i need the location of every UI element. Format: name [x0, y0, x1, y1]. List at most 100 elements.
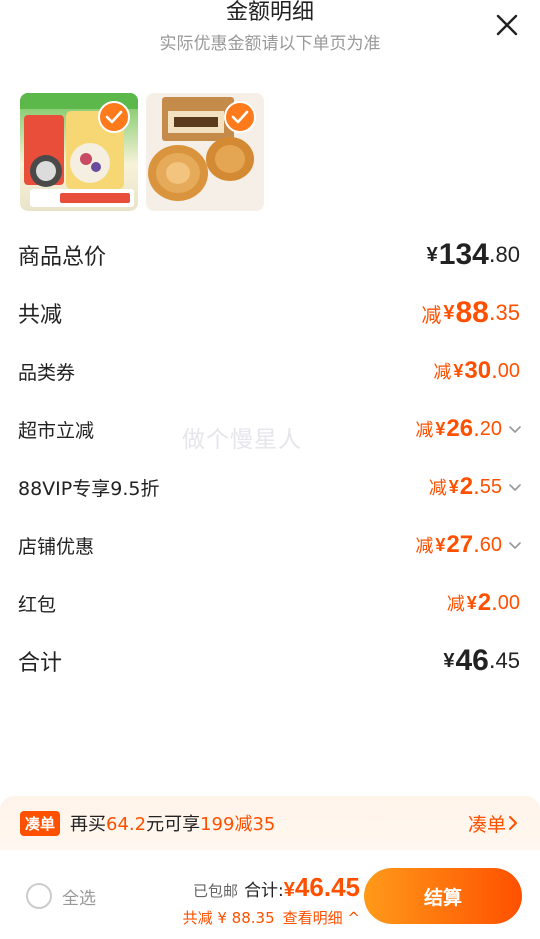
chevron-right-icon — [509, 816, 517, 830]
bread-product[interactable] — [146, 93, 264, 211]
row-sum: 合计 ¥ 46 . 45 — [0, 632, 540, 690]
row-shop-discount[interactable]: 店铺优惠 减 ¥ 27 . 60 — [0, 516, 540, 574]
amount-integer: 88 — [455, 296, 489, 329]
reduce-prefix: 减 — [415, 420, 434, 440]
amount-dot: . — [473, 473, 480, 500]
select-all-toggle[interactable]: 全选 — [26, 883, 96, 909]
amount-decimal: 20 — [479, 417, 502, 440]
amount-decimal: 35 — [495, 300, 520, 325]
reduce-prefix: 减 — [433, 362, 452, 382]
view-details-link[interactable]: 查看明细 ^ — [283, 907, 360, 928]
total-label: 合计: — [244, 881, 284, 901]
total-summary: 已包邮 合计: ¥46.45 共减 ¥ 88.35 查看明细 ^ — [150, 872, 360, 928]
amount-decimal: 00 — [497, 591, 520, 614]
row-label: 超市立减 — [18, 419, 95, 442]
amount-dot: . — [488, 647, 496, 674]
row-total-price: 商品总价 ¥ 134 . 80 — [0, 226, 540, 284]
row-label: 店铺优惠 — [18, 535, 95, 558]
row-vip-discount[interactable]: 88VIP专享9.5折 减 ¥ 2 . 55 — [0, 458, 540, 516]
chevron-down-icon[interactable] — [508, 538, 522, 552]
chevron-down-icon[interactable] — [508, 480, 522, 494]
selected-check[interactable] — [224, 101, 256, 133]
amount-decimal: 45 — [495, 648, 520, 673]
promo-bar[interactable]: 凑单 再买64.2元可享199减35 凑单 — [0, 796, 540, 850]
promo-deal: 199减35 — [200, 814, 276, 835]
amount-dot: . — [488, 299, 496, 326]
row-amount: 减 ¥ 2 . 00 — [447, 574, 520, 632]
page-title: 金额明细 — [225, 0, 314, 25]
promo-tag: 凑单 — [20, 810, 61, 836]
amount-decimal: 00 — [497, 359, 520, 382]
close-button[interactable] — [494, 12, 520, 38]
currency-symbol: ¥ — [283, 879, 295, 901]
currency-symbol: ¥ — [448, 476, 459, 497]
promo-text-a: 再买 — [70, 814, 107, 835]
row-amount: 减 ¥ 2 . 55 — [429, 458, 522, 516]
close-icon — [496, 14, 518, 36]
promo-action-link[interactable]: 凑单 — [468, 810, 520, 837]
currency-symbol: ¥ — [466, 592, 477, 613]
product-list — [20, 93, 264, 211]
total-reduced: 共减 ¥ 88.35 — [182, 909, 275, 927]
total-amount: ¥46.45 — [284, 872, 360, 903]
row-amount: 减 ¥ 88 . 35 — [421, 284, 520, 342]
amount-decimal: 80 — [495, 242, 520, 267]
currency-symbol: ¥ — [443, 649, 455, 672]
amount-decimal: 60 — [479, 533, 502, 556]
reduce-prefix: 减 — [446, 594, 465, 614]
amount-integer: 134 — [438, 238, 489, 271]
checkmark-icon — [105, 110, 123, 124]
row-label: 商品总价 — [18, 245, 107, 270]
checkout-button[interactable]: 结算 — [364, 868, 522, 924]
watermark: 做个慢星人 — [182, 427, 302, 453]
amount-integer: 2 — [477, 589, 492, 616]
row-red-packet: 红包 减 ¥ 2 . 00 — [0, 574, 540, 632]
row-total-reduced: 共减 减 ¥ 88 . 35 — [0, 284, 540, 342]
currency-symbol: ¥ — [435, 418, 446, 439]
view-details-label: 查看明细 — [282, 909, 343, 927]
amount-integer: 30 — [464, 357, 492, 384]
amount-integer: 26 — [446, 415, 474, 442]
header: 金额明细 实际优惠金额请以下单页为准 — [0, 0, 540, 80]
chevron-down-icon[interactable] — [508, 422, 522, 436]
promo-amount: 64.2 — [106, 814, 147, 835]
row-amount: ¥ 134 . 80 — [427, 226, 520, 284]
row-amount: ¥ 46 . 45 — [443, 632, 520, 690]
amount-dot: . — [473, 531, 480, 558]
row-amount: 减 ¥ 27 . 60 — [415, 516, 522, 574]
row-label: 红包 — [18, 593, 57, 616]
select-all-label: 全选 — [62, 888, 96, 909]
selected-check[interactable] — [98, 101, 130, 133]
amount-integer: 2 — [459, 473, 474, 500]
row-label: 合计 — [18, 651, 63, 676]
currency-symbol: ¥ — [426, 243, 438, 266]
currency-symbol: ¥ — [453, 360, 464, 381]
reduce-prefix: 减 — [428, 478, 447, 498]
amount-integer: 27 — [446, 531, 474, 558]
row-label: 共减 — [18, 303, 63, 328]
total-value: 46.45 — [294, 872, 360, 902]
amount-dot: . — [491, 357, 498, 384]
promo-text: 再买64.2元可享199减35 — [70, 810, 275, 836]
radio-icon[interactable] — [26, 883, 52, 909]
row-amount: 减 ¥ 26 . 20 — [415, 400, 522, 458]
amount-dot: . — [491, 589, 498, 616]
currency-symbol: ¥ — [435, 534, 446, 555]
amount-decimal: 55 — [479, 475, 502, 498]
reduce-prefix: 减 — [421, 304, 442, 327]
row-category-coupon: 品类券 减 ¥ 30 . 00 — [0, 342, 540, 400]
page-subtitle: 实际优惠金额请以下单页为准 — [159, 34, 381, 54]
amount-dot: . — [488, 241, 496, 268]
promo-text-b: 元可享 — [146, 814, 201, 835]
promo-action-label: 凑单 — [467, 813, 506, 836]
price-breakdown: 商品总价 ¥ 134 . 80 共减 减 ¥ 88 . 35 品类券 减 ¥ 3… — [0, 226, 540, 690]
checkmark-icon — [231, 110, 249, 124]
currency-symbol: ¥ — [443, 301, 455, 324]
row-label: 88VIP专享9.5折 — [18, 477, 160, 500]
row-amount: 减 ¥ 30 . 00 — [433, 342, 520, 400]
bottom-bar: 全选 已包邮 合计: ¥46.45 共减 ¥ 88.35 查看明细 ^ 结算 — [0, 850, 540, 939]
oatmeal-product[interactable] — [20, 93, 138, 211]
amount-integer: 46 — [455, 644, 489, 677]
chevron-up-icon: ^ — [347, 909, 360, 927]
amount-dot: . — [473, 415, 480, 442]
